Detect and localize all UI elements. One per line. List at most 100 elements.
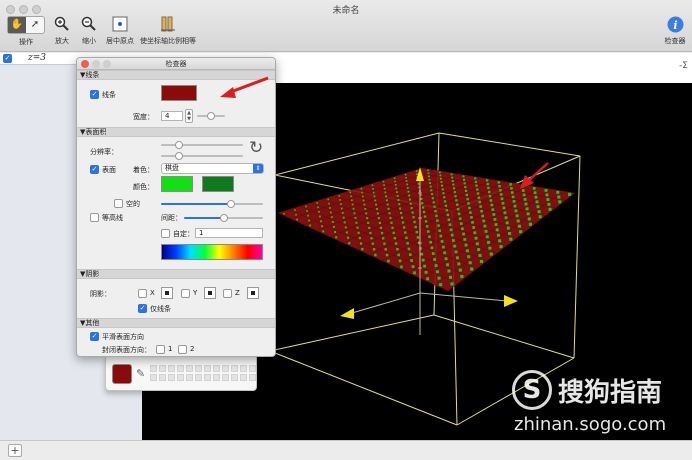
pointer-mode-icon[interactable]: ➚ xyxy=(26,17,44,33)
resolution-slider-1[interactable] xyxy=(161,141,243,149)
palette-color-cell[interactable] xyxy=(204,374,211,381)
shadow-x-color-well[interactable] xyxy=(161,287,173,299)
surface-check-cell xyxy=(523,197,527,201)
surface-check-cell xyxy=(484,229,488,233)
shadow-y-checkbox[interactable] xyxy=(181,289,190,298)
surface-check-cell xyxy=(500,197,504,201)
surface-check-cell xyxy=(352,207,355,210)
zoom-out-button[interactable]: 缩小 xyxy=(77,16,101,46)
shadow-x-label: X xyxy=(150,289,155,297)
width-field[interactable]: 4 xyxy=(161,111,183,121)
palette-color-cell[interactable] xyxy=(249,365,256,372)
palette-color-cell[interactable] xyxy=(231,365,238,372)
shadow-z-checkbox[interactable] xyxy=(223,289,232,298)
line-color-well[interactable] xyxy=(161,85,197,101)
palette-color-cell[interactable] xyxy=(240,365,247,372)
resolution-slider-2[interactable] xyxy=(161,152,243,160)
surface-check-cell xyxy=(410,207,413,210)
surface-section-header[interactable]: ▼表面积 xyxy=(77,127,275,137)
palette-color-cell[interactable] xyxy=(186,374,193,381)
color-gradient-bar[interactable] xyxy=(161,244,263,260)
palette-color-cell[interactable] xyxy=(222,374,229,381)
sum-toggle-icon[interactable]: -Σ xyxy=(679,61,688,71)
mode-toolbar-item[interactable]: ✋ ➚ 操作 xyxy=(6,16,46,47)
palette-color-cell[interactable] xyxy=(213,365,220,372)
refresh-icon[interactable]: ↻ xyxy=(249,138,263,158)
shadow-y-color-well[interactable] xyxy=(204,287,216,299)
spacing-slider[interactable] xyxy=(184,214,263,222)
inspector-zoom-button[interactable] xyxy=(103,60,111,68)
equal-scale-button[interactable]: 使坐标轴比例相等 xyxy=(136,16,200,46)
shadow-section-header[interactable]: ▼阴影 xyxy=(77,269,275,279)
surface-checkbox[interactable]: ✓ xyxy=(90,165,99,174)
surface-check-cell xyxy=(510,187,513,190)
zoom-in-button[interactable]: 放大 xyxy=(50,16,74,46)
closed-option-1-checkbox[interactable] xyxy=(156,345,165,354)
surface-check-cell xyxy=(428,178,431,181)
surface-check-cell xyxy=(495,228,499,232)
custom-checkbox[interactable] xyxy=(161,229,170,238)
lines-only-checkbox[interactable]: ✓ xyxy=(138,304,147,313)
equation-visible-checkbox[interactable]: ✓ xyxy=(3,54,12,63)
surface-check-cell xyxy=(510,191,514,194)
eyedropper-icon[interactable]: ✎ xyxy=(136,367,145,380)
palette-color-cell[interactable] xyxy=(249,374,256,381)
surface-check-cell xyxy=(393,177,396,180)
palette-color-cell[interactable] xyxy=(231,374,238,381)
surface-check-cell xyxy=(394,180,396,183)
surface-check-cell xyxy=(478,200,482,204)
equation-text[interactable]: z=3 xyxy=(28,53,46,63)
surface-check-cell xyxy=(485,179,489,182)
smooth-checkbox[interactable]: ✓ xyxy=(90,332,99,341)
shadow-z-color-well[interactable] xyxy=(247,287,259,299)
custom-field[interactable]: 1 xyxy=(195,228,263,238)
surface-check-cell xyxy=(427,169,429,172)
inspector-close-button[interactable] xyxy=(81,60,89,68)
palette-color-cell[interactable] xyxy=(177,374,184,381)
hollow-slider[interactable] xyxy=(161,200,263,208)
palette-color-cell[interactable] xyxy=(177,365,184,372)
surface-check-cell xyxy=(379,226,383,230)
surface-check-cell xyxy=(453,244,457,248)
surface-check-cell xyxy=(349,191,352,194)
palette-selected-swatch[interactable] xyxy=(112,364,132,384)
width-slider[interactable] xyxy=(197,112,225,120)
palette-color-cell[interactable] xyxy=(150,365,157,372)
palette-color-cell[interactable] xyxy=(168,374,175,381)
closed-option-2-checkbox[interactable] xyxy=(178,345,187,354)
rotate-mode-icon[interactable]: ✋ xyxy=(8,17,26,33)
palette-color-cell[interactable] xyxy=(240,374,247,381)
palette-color-cell[interactable] xyxy=(159,374,166,381)
shadow-x-checkbox[interactable] xyxy=(138,289,147,298)
palette-color-cell[interactable] xyxy=(150,374,157,381)
lines-label: 线条 xyxy=(102,91,116,99)
palette-color-cell[interactable] xyxy=(195,374,202,381)
inspector-minimize-button[interactable] xyxy=(92,60,100,68)
lines-checkbox[interactable]: ✓ xyxy=(90,90,99,99)
hollow-checkbox[interactable] xyxy=(114,199,123,208)
surface-check-cell xyxy=(431,193,434,196)
surface-color-b-well[interactable] xyxy=(202,176,234,192)
contours-checkbox[interactable] xyxy=(90,213,99,222)
coloring-select[interactable]: 棋盘 ⇕ xyxy=(161,163,264,174)
palette-color-cell[interactable] xyxy=(213,374,220,381)
add-equation-button[interactable]: + xyxy=(8,444,22,457)
surface-check-cell xyxy=(309,224,312,227)
palette-color-cell[interactable] xyxy=(204,365,211,372)
palette-color-cell[interactable] xyxy=(222,365,229,372)
surface-check-cell xyxy=(430,246,434,250)
surface-check-cell xyxy=(400,216,404,219)
lines-section-header[interactable]: ▼线条 xyxy=(77,70,275,80)
palette-color-cell[interactable] xyxy=(159,365,166,372)
palette-color-cell[interactable] xyxy=(195,365,202,372)
center-origin-button[interactable]: 居中原点 xyxy=(102,16,138,46)
surface-check-cell xyxy=(415,170,418,172)
other-section-header[interactable]: ▼其他 xyxy=(77,318,275,328)
surface-color-a-well[interactable] xyxy=(161,176,193,192)
inspector-toolbar-button[interactable]: i 检查器 xyxy=(660,16,690,46)
palette-color-cell[interactable] xyxy=(168,365,175,372)
surface-check-cell xyxy=(356,226,359,229)
surface-check-cell xyxy=(372,188,374,190)
width-stepper[interactable]: ▲ ▼ xyxy=(185,109,193,123)
palette-color-cell[interactable] xyxy=(186,365,193,372)
